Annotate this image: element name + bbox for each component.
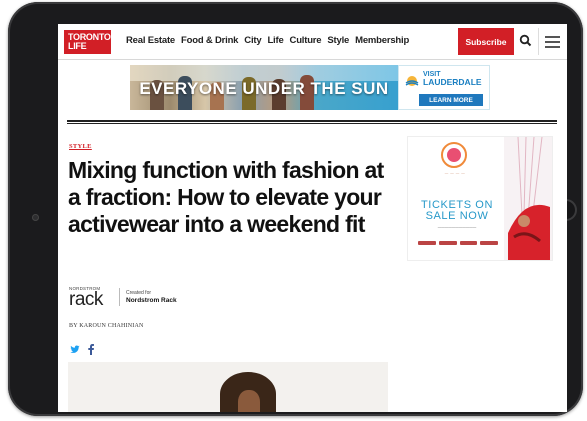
nav-item-membership[interactable]: Membership — [355, 35, 409, 46]
nav-item-real-estate[interactable]: Real Estate — [126, 35, 175, 46]
article-byline: BY KAROUN CHAHINIAN — [69, 323, 144, 329]
ad-headline: EVERYONE UNDER THE SUN — [139, 79, 389, 98]
sponsor-name: Nordstrom Rack — [126, 297, 177, 304]
search-icon — [519, 34, 532, 47]
ad-brand-name: LAUDERDALE — [423, 77, 482, 87]
nav-item-food-drink[interactable]: Food & Drink — [181, 35, 238, 46]
nav-item-style[interactable]: Style — [327, 35, 349, 46]
event-logo-sun — [447, 148, 461, 162]
nav-item-life[interactable]: Life — [267, 35, 283, 46]
side-ad-headline-line-2: SALE NOW — [425, 210, 489, 222]
camera-icon — [32, 214, 39, 221]
browser-screen: TORONTO LIFE Real Estate Food & Drink Ci… — [58, 24, 567, 412]
search-button[interactable] — [518, 33, 534, 49]
article-hero-image — [68, 362, 388, 412]
subscribe-button[interactable]: Subscribe — [458, 28, 514, 55]
nav-item-city[interactable]: City — [244, 35, 261, 46]
sponsor-logo[interactable]: NORDSTROM rack — [69, 286, 113, 310]
model-face — [238, 390, 260, 412]
nav-item-culture[interactable]: Culture — [290, 35, 322, 46]
hamburger-menu-icon — [545, 41, 560, 43]
ad-banner-photo: EVERYONE UNDER THE SUN — [130, 65, 398, 110]
sponsor-logo-big: rack — [69, 289, 103, 310]
side-ad[interactable]: ✕ — — — — TICKETS ON SALE NOW ——————————… — [407, 136, 553, 261]
article-category-link[interactable]: STYLE — [69, 143, 92, 150]
sponsor-block: NORDSTROM rack Created for Nordstrom Rac… — [69, 286, 177, 310]
event-logo-text: — — — — — [444, 171, 466, 175]
sponsor-separator — [119, 288, 120, 306]
learn-more-button[interactable]: LEARN MORE — [419, 94, 483, 106]
site-header: TORONTO LIFE Real Estate Food & Drink Ci… — [58, 24, 567, 60]
article-headline: Mixing function with fashion at a fracti… — [68, 157, 384, 237]
hamburger-menu-icon — [545, 36, 560, 38]
section-divider — [67, 120, 557, 124]
aerialist-illustration — [504, 137, 552, 260]
sponsor-logo-mark — [418, 241, 436, 245]
sponsor-logo-mark — [480, 241, 498, 245]
site-logo[interactable]: TORONTO LIFE — [64, 30, 111, 54]
sponsor-created-for: Created for — [126, 290, 152, 296]
side-ad-headline: TICKETS ON SALE NOW — [414, 200, 500, 222]
tablet-frame: TORONTO LIFE Real Estate Food & Drink Ci… — [8, 2, 583, 416]
ad-banner[interactable]: EVERYONE UNDER THE SUN VISIT LAUDERDALE … — [130, 65, 490, 110]
side-ad-sponsor-logos — [418, 241, 498, 247]
sun-logo-icon — [405, 76, 419, 86]
hamburger-menu-icon — [545, 46, 560, 48]
side-ad-url: ——————————— — [437, 225, 477, 229]
sponsor-logo-mark — [459, 241, 478, 245]
main-nav: Real Estate Food & Drink City Life Cultu… — [126, 35, 409, 46]
sponsor-text: Created for Nordstrom Rack — [126, 290, 177, 304]
logo-line-2: LIFE — [68, 41, 87, 51]
facebook-icon[interactable] — [87, 344, 95, 355]
twitter-icon[interactable] — [70, 345, 80, 354]
menu-button[interactable] — [538, 28, 565, 55]
ad-brand-panel: VISIT LAUDERDALE LEARN MORE — [398, 65, 490, 110]
sponsor-logo-mark — [438, 241, 457, 245]
